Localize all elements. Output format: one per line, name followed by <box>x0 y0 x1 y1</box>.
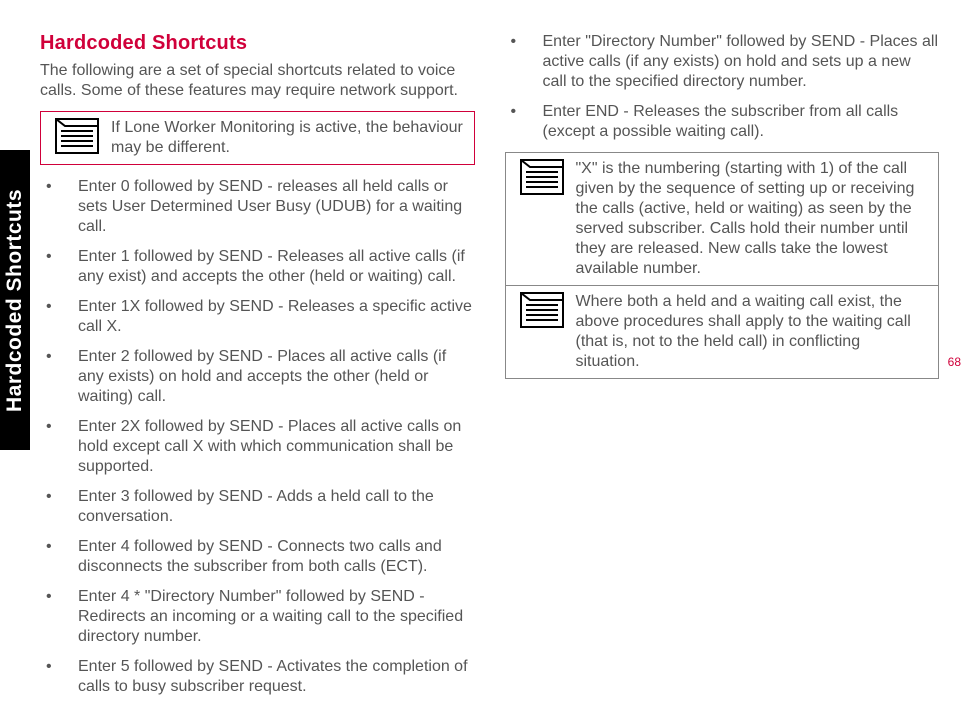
page-number: 68 <box>948 355 961 369</box>
list-item: Enter 3 followed by SEND - Adds a held c… <box>40 487 475 527</box>
list-item: Enter END - Releases the subscriber from… <box>505 102 940 142</box>
right-column: Enter "Directory Number" followed by SEN… <box>505 32 940 693</box>
shortcut-list-left: Enter 0 followed by SEND - releases all … <box>40 177 475 697</box>
page: Hardcoded Shortcuts 68 Hardcoded Shortcu… <box>0 0 969 713</box>
list-item: Enter "Directory Number" followed by SEN… <box>505 32 940 92</box>
left-column: Hardcoded Shortcuts The following are a … <box>40 32 475 693</box>
note-icon <box>506 286 576 378</box>
note-icon <box>506 153 576 285</box>
shortcut-list-right: Enter "Directory Number" followed by SEN… <box>505 32 940 142</box>
note-text: "X" is the numbering (starting with 1) o… <box>576 153 939 285</box>
list-item: Enter 0 followed by SEND - releases all … <box>40 177 475 237</box>
section-title: Hardcoded Shortcuts <box>40 32 475 55</box>
note-box-conflict: Where both a held and a waiting call exi… <box>505 285 940 379</box>
note-box-lone-worker: If Lone Worker Monitoring is active, the… <box>40 111 475 165</box>
list-item: Enter 2X followed by SEND - Places all a… <box>40 417 475 477</box>
list-item: Enter 4 * "Directory Number" followed by… <box>40 587 475 647</box>
list-item: Enter 1X followed by SEND - Releases a s… <box>40 297 475 337</box>
intro-paragraph: The following are a set of special short… <box>40 61 475 101</box>
note-box-x-numbering: "X" is the numbering (starting with 1) o… <box>505 152 940 286</box>
note-icon <box>41 112 111 164</box>
note-text: Where both a held and a waiting call exi… <box>576 286 939 378</box>
list-item: Enter 5 followed by SEND - Activates the… <box>40 657 475 697</box>
list-item: Enter 2 followed by SEND - Places all ac… <box>40 347 475 407</box>
side-tab: Hardcoded Shortcuts <box>0 150 30 450</box>
list-item: Enter 4 followed by SEND - Connects two … <box>40 537 475 577</box>
note-text: If Lone Worker Monitoring is active, the… <box>111 112 474 164</box>
content-columns: Hardcoded Shortcuts The following are a … <box>40 32 939 693</box>
list-item: Enter 1 followed by SEND - Releases all … <box>40 247 475 287</box>
